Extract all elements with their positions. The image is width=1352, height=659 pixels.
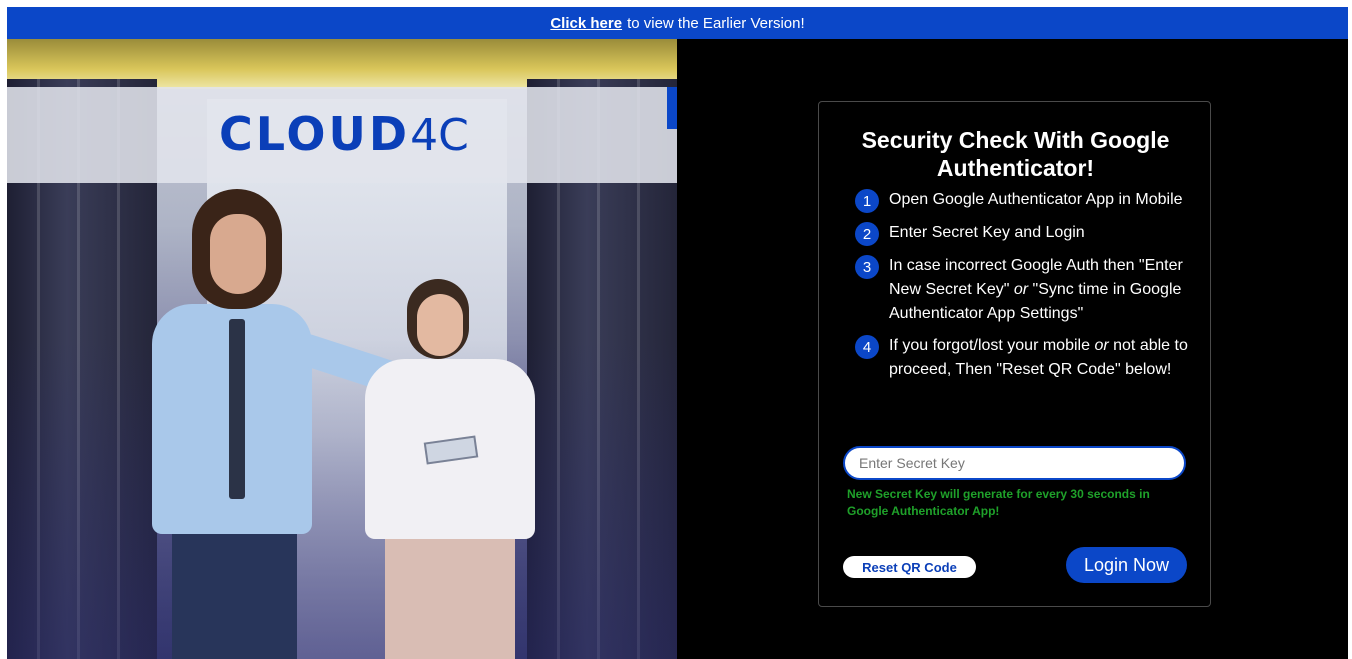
secret-key-hint: New Secret Key will generate for every 3… (847, 487, 1150, 518)
list-item: 2 Enter Secret Key and Login (855, 221, 1195, 246)
step-number-badge: 2 (855, 222, 879, 246)
secret-key-input[interactable] (843, 446, 1186, 480)
step-number-badge: 4 (855, 335, 879, 359)
earlier-version-banner: Click here to view the Earlier Version! (7, 7, 1348, 39)
step-number-badge: 1 (855, 189, 879, 213)
step-text: In case incorrect Google Auth then "Ente… (889, 257, 1183, 322)
logo-accent-tab (667, 87, 677, 129)
step-text: If you forgot/lost your mobile or not ab… (889, 337, 1188, 378)
banner-text: to view the Earlier Version! (627, 14, 805, 32)
step-number-badge: 3 (855, 255, 879, 279)
list-item: 1 Open Google Authenticator App in Mobil… (855, 188, 1195, 213)
card-title: Security Check With Google Authenticator… (861, 127, 1170, 181)
hero-image: CLOUD4C (7, 39, 677, 659)
earlier-version-link[interactable]: Click here (550, 15, 622, 32)
cloud4c-logo: CLOUD4C (219, 107, 469, 161)
step-text: Enter Secret Key and Login (889, 224, 1085, 241)
steps-list: 1 Open Google Authenticator App in Mobil… (855, 188, 1195, 390)
list-item: 4 If you forgot/lost your mobile or not … (855, 334, 1195, 382)
step-text: Open Google Authenticator App in Mobile (889, 191, 1183, 208)
list-item: 3 In case incorrect Google Auth then "En… (855, 254, 1195, 326)
login-now-button[interactable]: Login Now (1066, 547, 1187, 583)
reset-qr-code-button[interactable]: Reset QR Code (843, 556, 976, 578)
security-check-card: Security Check With Google Authenticator… (818, 101, 1211, 607)
